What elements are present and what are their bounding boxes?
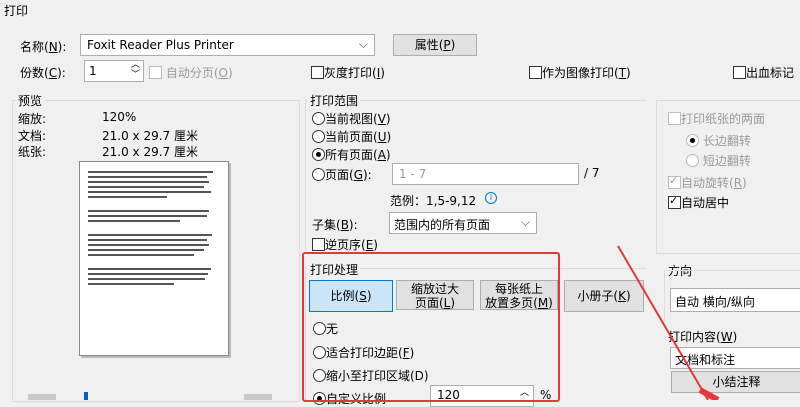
- duplex-checkbox[interactable]: 打印纸张的两面: [668, 110, 765, 127]
- paper-size-value: 21.0 x 29.7 厘米: [102, 145, 198, 159]
- copies-label: 份数(C):: [20, 66, 66, 80]
- copies-value: 1: [89, 64, 97, 78]
- checkbox-icon: [311, 66, 324, 79]
- checkbox-icon: [668, 174, 681, 189]
- radio-selected-icon: [312, 148, 325, 161]
- print-as-image-checkbox[interactable]: 作为图像打印(T): [529, 64, 631, 81]
- subset-label: 子集(B):: [312, 218, 358, 232]
- highlight-box: [302, 252, 560, 402]
- pages-input[interactable]: 1 - 7: [392, 163, 579, 185]
- pages-input-value: 1 - 7: [399, 167, 427, 181]
- reverse-pages-checkbox[interactable]: 逆页序(E): [312, 236, 378, 253]
- radio-selected-icon: [686, 134, 699, 147]
- grayscale-checkbox[interactable]: 灰度打印(I): [311, 64, 385, 81]
- radio-icon: [312, 168, 325, 181]
- radio-icon: [312, 112, 325, 125]
- radio-current-page[interactable]: 当前页面(U): [312, 128, 391, 145]
- copies-stepper[interactable]: 1 ︿ ﹀: [84, 60, 144, 82]
- arrow-line-thick: [698, 387, 720, 400]
- radio-pages[interactable]: 页面(G):: [312, 166, 372, 183]
- zoom-label: 缩放:: [18, 112, 47, 126]
- radio-all-pages[interactable]: 所有页面(A): [312, 146, 391, 163]
- doc-size-value: 21.0 x 29.7 厘米: [102, 129, 198, 143]
- bleed-marks-checkbox[interactable]: 出血标记: [733, 64, 794, 81]
- radio-long-edge[interactable]: 长边翻转: [686, 132, 751, 149]
- checkbox-icon: [668, 194, 681, 209]
- doc-size-label: 文档:: [18, 129, 47, 143]
- pages-example: 范例：1,5-9,12: [390, 194, 477, 208]
- preview-slider-handle[interactable]: [84, 392, 88, 400]
- checkbox-icon: [149, 66, 162, 79]
- properties-button[interactable]: 属性(P): [393, 34, 477, 56]
- printer-name-label: 名称(N):: [20, 40, 67, 54]
- subset-select-value: 范围内的所有页面: [394, 218, 491, 232]
- radio-icon: [312, 130, 325, 143]
- preview-title: 预览: [16, 92, 45, 109]
- preview-nav-first[interactable]: [28, 394, 56, 400]
- checkbox-icon: [312, 238, 325, 251]
- checkbox-icon: [529, 66, 542, 79]
- chevron-down-icon: ⌵: [358, 37, 368, 51]
- printer-select-value: Foxit Reader Plus Printer: [87, 38, 234, 52]
- zoom-value: 120%: [102, 110, 137, 124]
- info-icon[interactable]: i: [485, 192, 497, 204]
- stepper-arrows-icon[interactable]: ︿ ﹀: [131, 60, 140, 80]
- checkbox-icon: [668, 112, 681, 125]
- subset-select[interactable]: 范围内的所有页面 ⌵: [389, 212, 537, 234]
- arrow-line-thin: [617, 245, 709, 400]
- chevron-down-icon: ⌵: [520, 215, 530, 229]
- printer-select[interactable]: Foxit Reader Plus Printer ⌵: [80, 34, 375, 56]
- annotation-arrow: [617, 245, 720, 400]
- pages-total: / 7: [584, 166, 600, 180]
- radio-current-view[interactable]: 当前视图(V): [312, 110, 391, 127]
- auto-rotate-checkbox[interactable]: 自动旋转(R): [668, 174, 747, 191]
- print-range-title: 打印范围: [308, 92, 361, 109]
- auto-center-checkbox[interactable]: 自动居中: [668, 194, 729, 211]
- paper-size-label: 纸张:: [18, 145, 47, 159]
- checkbox-icon: [733, 66, 746, 79]
- radio-icon: [686, 154, 699, 167]
- preview-nav-last[interactable]: [244, 394, 272, 400]
- collate-checkbox[interactable]: 自动分页(O): [149, 64, 233, 81]
- window-title: 打印: [4, 4, 29, 18]
- radio-short-edge[interactable]: 短边翻转: [686, 152, 751, 169]
- page-preview: [79, 161, 229, 356]
